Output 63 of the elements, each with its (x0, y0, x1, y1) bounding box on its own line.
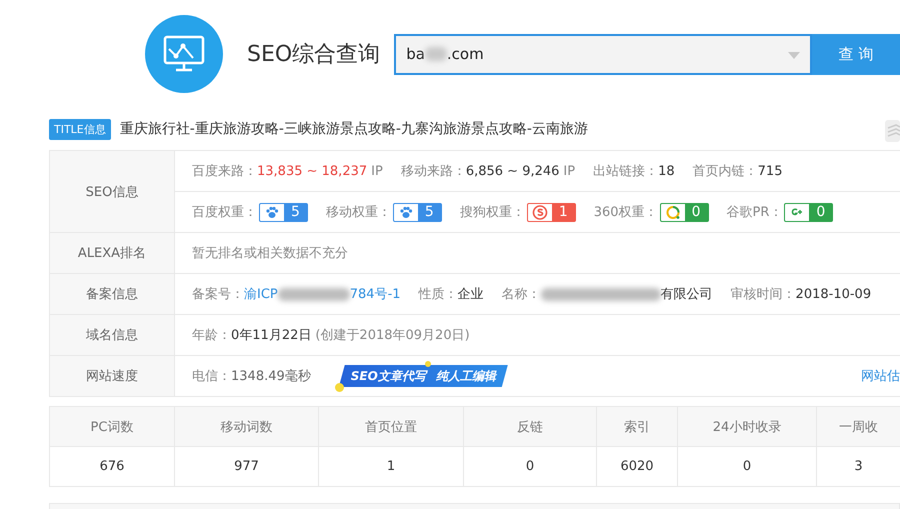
column-header: 索引 (596, 406, 678, 446)
row-label: ALEXA排名 (49, 233, 175, 273)
row-label: 网站速度 (49, 356, 175, 396)
field-value: 18 (658, 164, 675, 178)
letter-circle-icon (530, 204, 549, 220)
field-label: 电信： (192, 368, 231, 385)
weight-badge: 0 (784, 202, 834, 222)
column-header: 一周收 (816, 406, 900, 446)
weight-badge: 0 (660, 202, 709, 222)
title-badge: TITLE信息 (49, 118, 111, 140)
unit-text: IP (371, 164, 383, 178)
table-cell: 676 (50, 446, 174, 486)
field-label: 百度权重： (192, 204, 257, 221)
column-header: 移动词数 (174, 406, 318, 446)
field-label: 百度来路： (192, 163, 257, 180)
field-label: 360权重： (594, 204, 658, 221)
field-label: 谷歌PR： (726, 204, 782, 221)
weight-badge: 1 (526, 202, 576, 222)
weight-badge: 5 (259, 202, 308, 222)
field-value: 0年11月22日 (231, 327, 312, 344)
field-label: 性质： (418, 286, 458, 303)
row-label: 备案信息 (49, 274, 175, 314)
field-label: 名称： (502, 286, 541, 303)
field-value: 2018-10-09 (796, 286, 872, 302)
note-text: 暂无排名或相关数据不充分 (192, 245, 348, 262)
page-title: SEO综合查询 (247, 41, 380, 69)
table-cell: 0 (678, 446, 816, 486)
domain-field[interactable]: ba .com (394, 34, 812, 74)
weight-badge: 5 (392, 202, 442, 222)
field-label: 搜狗权重： (460, 204, 525, 221)
field-value: 715 (758, 164, 782, 178)
layers-icon[interactable] (885, 120, 900, 142)
field-value: 企业 (458, 286, 484, 303)
field-value: 有限公司 (660, 286, 713, 303)
logo-icon (145, 15, 223, 93)
unit-text: IP (563, 164, 576, 178)
column-header: PC词数 (50, 406, 174, 446)
field-label: 年龄： (192, 327, 231, 344)
table-cell: 6020 (596, 446, 678, 486)
field-label: 首页内链： (692, 163, 758, 180)
field-value: 6,856 ~ 9,246 (466, 164, 560, 178)
field-label: 备案号： (192, 286, 244, 303)
field-value: 13,835 ~ 18,237 (257, 164, 368, 178)
table-cell: 1 (318, 446, 464, 486)
field-label: 审核时间： (730, 286, 796, 303)
unit-text: (创建于2018年09月20日) (315, 327, 470, 344)
query-button[interactable]: 查 询 (812, 34, 900, 74)
column-header: 反链 (464, 406, 596, 446)
valuation-link[interactable]: 网站估 (861, 367, 900, 385)
ring-icon (664, 204, 682, 220)
column-header: 24小时收录 (678, 406, 816, 446)
row-label: 域名信息 (49, 315, 175, 355)
record-link[interactable]: 渝ICP 784号-1 (244, 285, 401, 303)
field-label: 出站链接： (593, 163, 658, 180)
field-value: 1348.49毫秒 (231, 368, 311, 385)
column-header: 首页位置 (318, 406, 464, 446)
dropdown-caret-icon[interactable] (788, 52, 800, 58)
field-label: 移动权重： (326, 204, 391, 221)
site-title: 重庆旅行社-重庆旅游攻略-三峡旅游景点攻略-九寨沟旅游景点攻略-云南旅游 (120, 120, 588, 138)
field-label: 移动来路： (400, 163, 466, 180)
table-cell: 0 (464, 446, 596, 486)
row-label: SEO信息 (49, 151, 175, 232)
table-cell: 977 (174, 446, 318, 486)
